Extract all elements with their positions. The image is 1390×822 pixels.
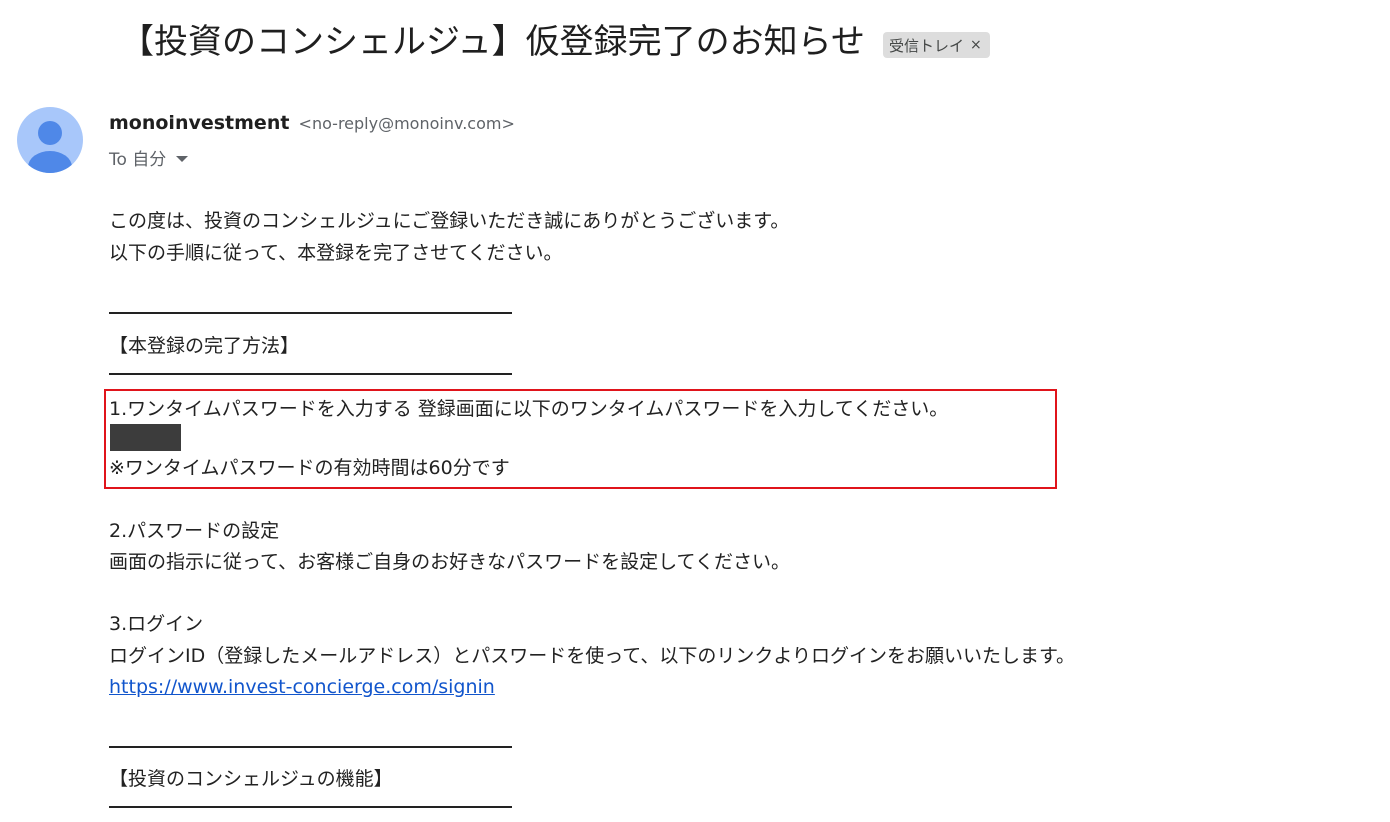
person-icon: [28, 121, 72, 173]
divider: [109, 373, 512, 375]
sender-line: monoinvestment <no-reply@monoinv.com>: [109, 112, 515, 134]
sender-email: <no-reply@monoinv.com>: [298, 114, 515, 133]
divider: [109, 806, 512, 808]
inbox-label-chip[interactable]: 受信トレイ ×: [882, 32, 990, 58]
section-title-completion: 【本登録の完了方法】: [109, 335, 300, 357]
redacted-one-time-password: [110, 424, 181, 451]
step2-text: 画面の指示に従って、お客様ご自身のお好きなパスワードを設定してください。: [109, 551, 790, 573]
email-subject: 【投資のコンシェルジュ】仮登録完了のお知らせ: [120, 22, 865, 62]
remove-label-icon[interactable]: ×: [970, 37, 982, 53]
sender-avatar[interactable]: [17, 107, 83, 173]
inbox-label-text: 受信トレイ: [888, 36, 964, 55]
chevron-down-icon[interactable]: [176, 155, 189, 162]
recipient-text: To 自分: [109, 150, 167, 170]
step2-title: 2.パスワードの設定: [109, 520, 280, 542]
signin-link[interactable]: https://www.invest-concierge.com/signin: [109, 676, 495, 698]
section-title-features: 【投資のコンシェルジュの機能】: [109, 768, 393, 790]
greeting-line-2: 以下の手順に従って、本登録を完了させてください。: [109, 242, 563, 264]
sender-name[interactable]: monoinvestment: [109, 112, 289, 134]
divider: [109, 746, 512, 748]
email-view: 【投資のコンシェルジュ】仮登録完了のお知らせ 受信トレイ × monoinves…: [0, 0, 1390, 822]
recipient-dropdown[interactable]: To 自分: [109, 145, 189, 170]
subject-row: 【投資のコンシェルジュ】仮登録完了のお知らせ 受信トレイ ×: [120, 18, 990, 66]
signin-link-line: https://www.invest-concierge.com/signin: [109, 674, 495, 700]
divider: [109, 312, 512, 314]
step3-text: ログインID（登録したメールアドレス）とパスワードを使って、以下のリンクよりログ…: [109, 645, 1076, 667]
step3-title: 3.ログイン: [109, 613, 204, 635]
step1-text: 1.ワンタイムパスワードを入力する 登録画面に以下のワンタイムパスワードを入力し…: [109, 398, 949, 420]
step1-note: ※ワンタイムパスワードの有効時間は60分です: [109, 457, 510, 479]
greeting-line-1: この度は、投資のコンシェルジュにご登録いただき誠にありがとうございます。: [109, 210, 790, 232]
